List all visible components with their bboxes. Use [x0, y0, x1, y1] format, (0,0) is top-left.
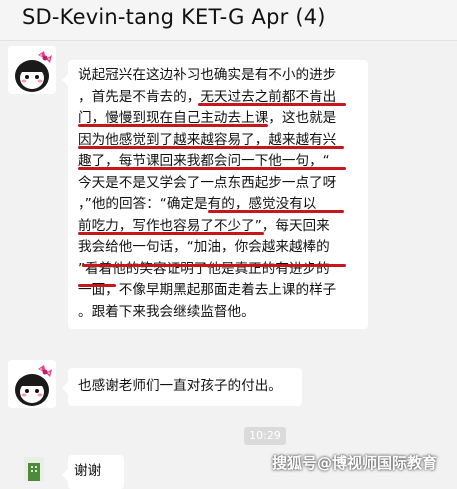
avatar-icon[interactable]	[8, 360, 56, 408]
watermark: 搜狐号@博视师国际教育	[272, 454, 438, 472]
message-line: 今天是不是又学会了一点东西起步一点了呀	[78, 174, 337, 191]
highlight-underline	[78, 284, 116, 287]
message-text: 也感谢老师们一直对孩子的付出。	[78, 378, 282, 394]
chat-title: SD-Kevin-tang KET-G Apr (4)	[22, 5, 326, 29]
timestamp: 10:29	[244, 427, 286, 445]
message-bubble: 也感谢老师们一直对孩子的付出。	[62, 368, 302, 406]
highlight-underline	[78, 146, 344, 149]
message-line: ”看着他的笑容证明了他是真正的有进步的	[78, 260, 330, 277]
message-bubble: 说起冠兴在这边补习也确实是有不小的进步 ，首先是不肯去的，无天过去之前都不肯出 …	[62, 60, 368, 329]
highlight-underline	[198, 103, 346, 106]
message-line: 说起冠兴在这边补习也确实是有不小的进步	[78, 67, 337, 83]
message-line: 。跟着下来我会继续监督他。	[78, 303, 255, 320]
highlight-underline	[82, 264, 346, 267]
message-bubble: 谢谢	[62, 455, 124, 489]
message-text: 谢谢	[74, 463, 102, 479]
highlight-underline	[208, 210, 344, 213]
chat-header: SD-Kevin-tang KET-G Apr (4)	[0, 0, 457, 41]
highlight-underline	[78, 167, 346, 170]
highlight-underline	[78, 124, 268, 127]
group-avatar-icon[interactable]	[24, 457, 44, 481]
message-line: 我会给他一句话，“加油，你会越来越棒的	[78, 239, 330, 255]
avatar-icon[interactable]	[8, 46, 56, 94]
highlight-underline	[78, 232, 264, 235]
message-line: 一面，不像早期黑起那面走着去上课的样子	[78, 282, 337, 298]
